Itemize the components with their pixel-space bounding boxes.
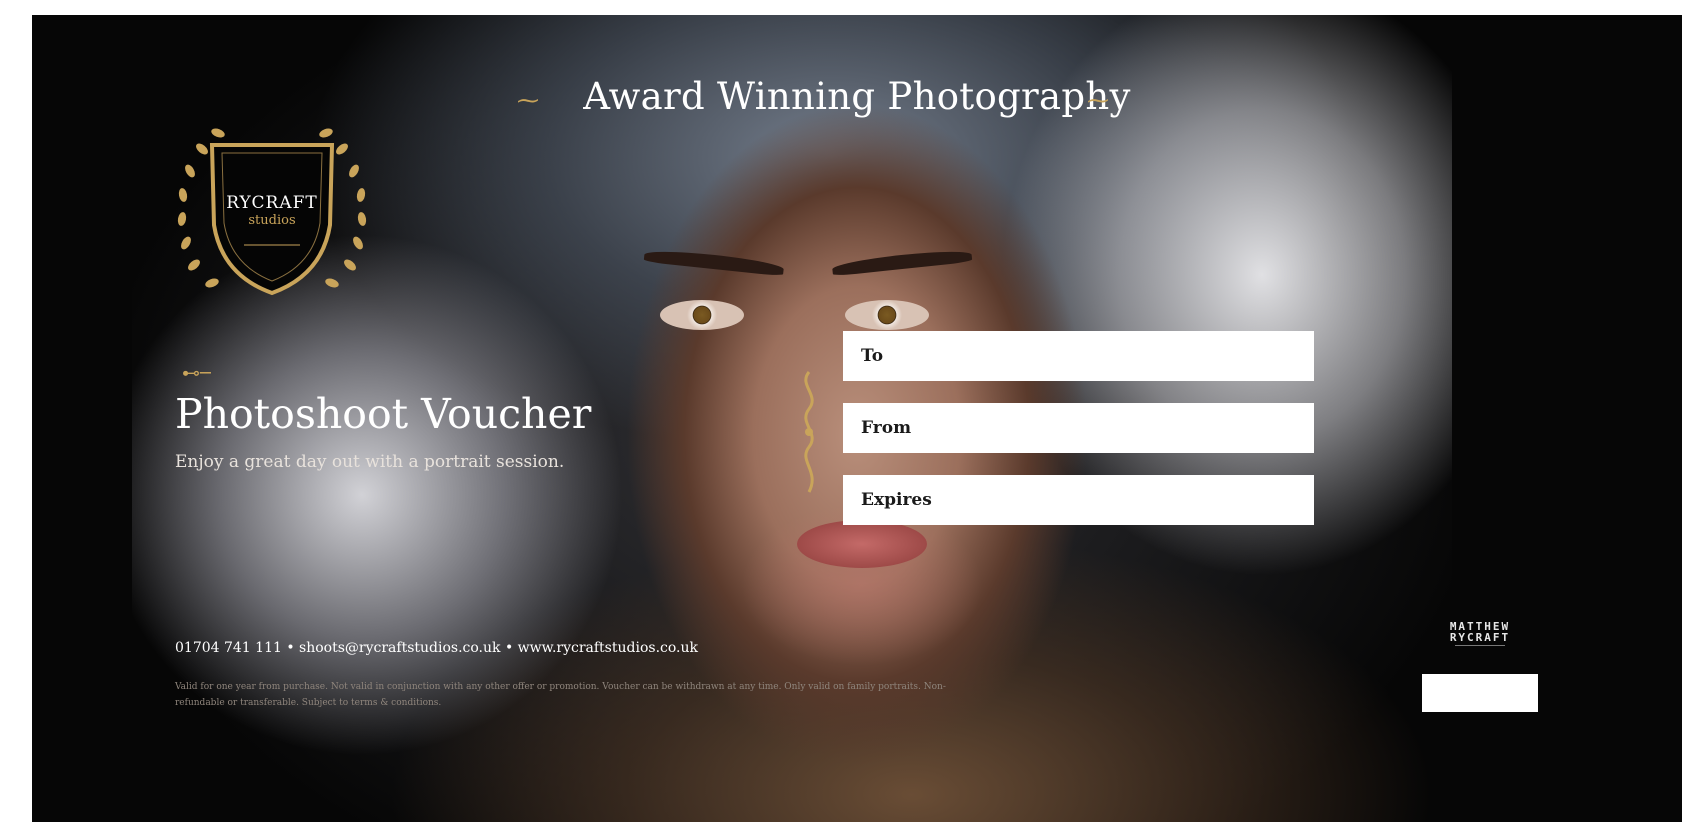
crest-name-bottom: studios bbox=[248, 213, 296, 228]
from-field-label: From bbox=[861, 418, 912, 438]
terms-text: Valid for one year from purchase. Not va… bbox=[175, 682, 946, 708]
portrait-right-eye bbox=[845, 300, 929, 330]
brand-underline bbox=[1455, 645, 1505, 649]
crest-name-top: RYCRAFT bbox=[226, 193, 318, 213]
photographer-brand-logo: MATTHEW RYCRAFT bbox=[1430, 621, 1530, 649]
to-field-label: To bbox=[861, 346, 884, 366]
to-field[interactable]: To bbox=[843, 331, 1314, 381]
expires-field[interactable]: Expires bbox=[843, 475, 1314, 525]
from-field[interactable]: From bbox=[843, 403, 1314, 453]
portrait-left-eye bbox=[660, 300, 744, 330]
studio-crest-logo: RYCRAFT studios bbox=[172, 115, 372, 305]
voucher-card: ⁓ Award Winning Photography ⁓ RYCRAFT st… bbox=[32, 15, 1682, 822]
voucher-title: Photoshoot Voucher bbox=[175, 390, 592, 438]
portrait-left-brow bbox=[643, 247, 785, 277]
voucher-fields: To From Expires bbox=[843, 331, 1314, 547]
voucher-subtitle: Enjoy a great day out with a portrait se… bbox=[175, 452, 565, 472]
brand-line-2: RYCRAFT bbox=[1449, 631, 1511, 644]
scroll-ornament-icon bbox=[804, 371, 814, 493]
title-ornament-icon: ⊷─ bbox=[182, 363, 211, 384]
contact-line: 01704 741 111 • shoots@rycraftstudios.co… bbox=[175, 640, 698, 656]
voucher-number-box[interactable] bbox=[1422, 674, 1538, 712]
right-flourish-icon: ⁓ bbox=[1087, 89, 1109, 114]
headline: Award Winning Photography bbox=[583, 75, 1131, 118]
expires-field-label: Expires bbox=[861, 490, 932, 510]
portrait-right-brow bbox=[831, 247, 973, 277]
